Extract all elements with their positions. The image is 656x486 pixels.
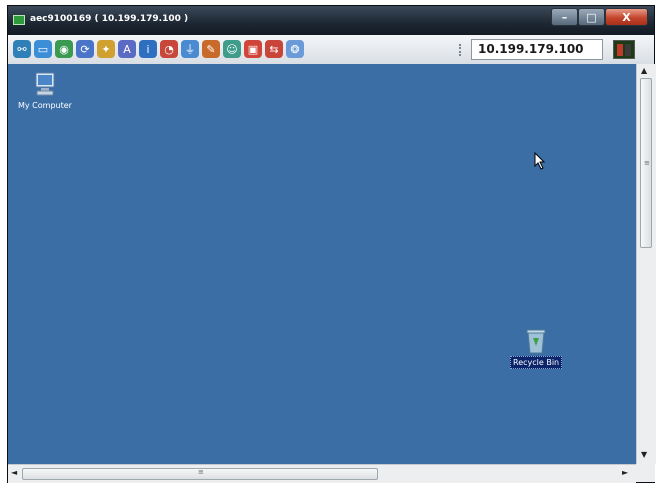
- vertical-scroll-thumb[interactable]: ≡: [640, 78, 652, 248]
- vertical-scrollbar[interactable]: ▲ ≡ ▼: [636, 64, 656, 464]
- grip-icon: ≡: [198, 468, 204, 476]
- pie-icon[interactable]: ◔: [160, 40, 178, 58]
- text-icon[interactable]: A: [118, 40, 136, 58]
- horizontal-scroll-thumb[interactable]: ≡: [22, 468, 378, 480]
- toolbar-grip[interactable]: [459, 44, 465, 56]
- desktop-icon-label: Recycle Bin: [510, 356, 563, 369]
- maximize-button[interactable]: □: [578, 8, 605, 26]
- desktop-icon-recycle-bin[interactable]: Recycle Bin: [510, 326, 563, 369]
- monitor-red-icon[interactable]: ▣: [244, 40, 262, 58]
- mouse-pointer-icon: [534, 152, 546, 170]
- recycle-bin-icon: [526, 329, 546, 354]
- scroll-up-arrow-icon[interactable]: ▲: [641, 66, 647, 75]
- toolbar: ⚯ ▭ ◉ ⟳ ✦ Ai ◔ ⏚ ✎ ☺ ▣ ⇆ ❂ 10.199.179.100: [8, 35, 654, 65]
- transfer-icon[interactable]: ⇆: [265, 40, 283, 58]
- scroll-down-arrow-icon[interactable]: ▼: [641, 450, 647, 459]
- title-bar[interactable]: aec9100169 ( 10.199.179.100 ) – □ X: [8, 6, 654, 35]
- desktop-icon-label: My Computer: [18, 101, 72, 110]
- address-field[interactable]: 10.199.179.100: [471, 39, 603, 60]
- computer-icon: [35, 72, 55, 96]
- scrollbar-corner: [636, 464, 655, 482]
- remote-desktop-window: aec9100169 ( 10.199.179.100 ) – □ X ⚯ ▭ ◉ ⟳…: [7, 5, 656, 483]
- minimize-button[interactable]: –: [551, 8, 578, 26]
- globe-settings-icon[interactable]: ❂: [286, 40, 304, 58]
- users-icon[interactable]: ☺: [223, 40, 241, 58]
- close-button[interactable]: X: [605, 8, 648, 26]
- palette-icon[interactable]: ✦: [97, 40, 115, 58]
- horizontal-scrollbar[interactable]: ◄ ≡ ►: [8, 464, 636, 483]
- app-icon: [13, 15, 25, 25]
- filter-icon[interactable]: ⏚: [181, 40, 199, 58]
- scroll-right-arrow-icon[interactable]: ►: [622, 468, 628, 477]
- window-title: aec9100169 ( 10.199.179.100 ): [30, 14, 189, 24]
- connection-status-icon: [613, 40, 635, 59]
- grip-icon: ≡: [644, 159, 650, 167]
- status-bar-dark: [625, 44, 631, 56]
- remote-desktop-area[interactable]: My Computer Recycle Bin: [8, 64, 636, 464]
- window-icon[interactable]: ▭: [34, 40, 52, 58]
- tools-icon[interactable]: ✎: [202, 40, 220, 58]
- network-icon[interactable]: ⚯: [13, 40, 31, 58]
- status-bar-red: [617, 44, 623, 56]
- refresh-icon[interactable]: ⟳: [76, 40, 94, 58]
- info-icon[interactable]: i: [139, 40, 157, 58]
- scroll-left-arrow-icon[interactable]: ◄: [11, 468, 17, 477]
- globe-icon[interactable]: ◉: [55, 40, 73, 58]
- desktop-icon-my-computer[interactable]: My Computer: [16, 70, 74, 111]
